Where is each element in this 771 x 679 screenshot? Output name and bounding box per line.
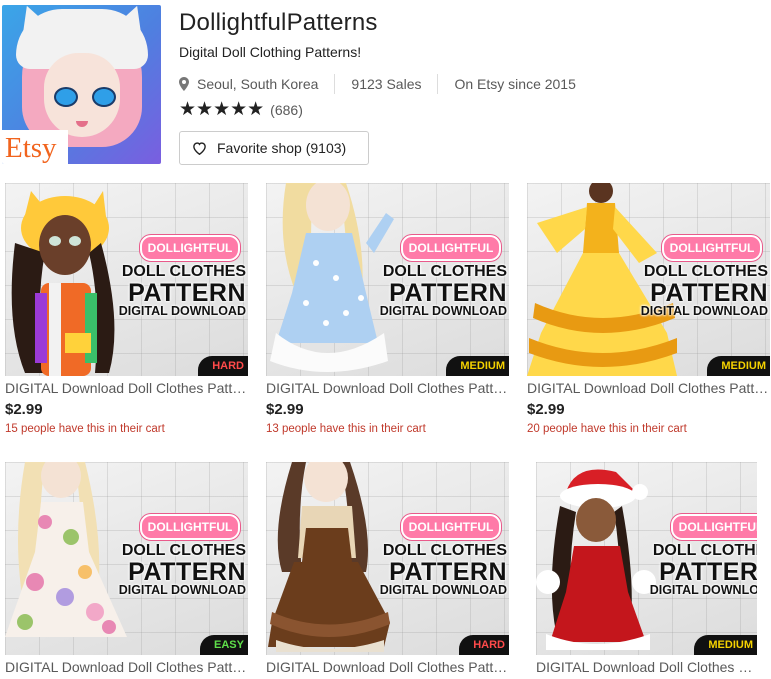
review-count: (686) [270, 101, 303, 118]
listing-card[interactable]: DOLLIGHTFUL DOLL CLOTHES PATTERN DIGITAL… [5, 462, 248, 675]
listing-image[interactable]: DOLLIGHTFUL DOLL CLOTHES PATTERN DIGITAL… [266, 462, 509, 655]
listing-image[interactable]: DOLLIGHTFUL DOLL CLOTHES PATTERN DIGITAL… [527, 183, 770, 376]
brand-label: DOLLIGHTFUL [140, 235, 240, 261]
listing-price: $2.99 [266, 401, 304, 418]
brand-label: DOLLIGHTFUL [662, 235, 762, 261]
shop-sales[interactable]: 9123 Sales [351, 76, 421, 92]
listing-line3: DIGITAL DOWNLOAD [379, 583, 507, 597]
shop-rating[interactable]: ★★★★★ (686) [179, 98, 303, 121]
listing-card[interactable]: DOLLIGHTFUL DOLL CLOTHES PATTERN DIGITAL… [266, 462, 509, 675]
listing-title[interactable]: DIGITAL Download Doll Clothes Pattern [266, 659, 509, 675]
favorite-shop-button[interactable]: Favorite shop (9103) [179, 131, 369, 165]
brand-label: DOLLIGHTFUL [671, 514, 757, 540]
location-pin-icon [179, 77, 189, 91]
brand-label: DOLLIGHTFUL [401, 235, 501, 261]
listing-image[interactable]: DOLLIGHTFUL DOLL CLOTHES PATTERN DIGITAL… [5, 183, 248, 376]
shop-name[interactable]: DollightfulPatterns [179, 9, 378, 37]
listing-line3: DIGITAL DOWNLOAD [649, 583, 757, 597]
listing-line3: DIGITAL DOWNLOAD [640, 304, 768, 318]
brand-label: DOLLIGHTFUL [401, 514, 501, 540]
listing-image[interactable]: DOLLIGHTFUL DOLL CLOTHES PATTERN DIGITAL… [5, 462, 248, 655]
avatar-eye-left [54, 87, 78, 107]
avatar-eye-right [92, 87, 116, 107]
listing-line3: DIGITAL DOWNLOAD [118, 304, 246, 318]
listing-title[interactable]: DIGITAL Download Doll Clothes Pattern [5, 659, 248, 675]
listing-price: $2.99 [5, 401, 43, 418]
doll-figure [11, 191, 115, 376]
difficulty-badge: MEDIUM [446, 356, 509, 376]
listing-image[interactable]: DOLLIGHTFUL DOLL CLOTHES PATTERN DIGITAL… [536, 462, 757, 655]
shop-meta: Seoul, South Korea 9123 Sales On Etsy si… [179, 74, 576, 94]
heart-icon [193, 142, 206, 155]
listing-title[interactable]: DIGITAL Download Doll Clothes Pattern [536, 659, 757, 675]
listing-line3: DIGITAL DOWNLOAD [118, 583, 246, 597]
listing-title[interactable]: DIGITAL Download Doll Clothes Pattern [527, 380, 770, 396]
etsy-logo: Etsy [2, 130, 68, 164]
difficulty-badge: EASY [200, 635, 248, 655]
listing-image[interactable]: DOLLIGHTFUL DOLL CLOTHES PATTERN DIGITAL… [266, 183, 509, 376]
brand-label: DOLLIGHTFUL [140, 514, 240, 540]
cart-notice: 13 people have this in their cart [266, 423, 426, 435]
difficulty-badge: MEDIUM [707, 356, 770, 376]
shop-tagline: Digital Doll Clothing Patterns! [179, 44, 362, 60]
listing-card[interactable]: DOLLIGHTFUL DOLL CLOTHES PATTERN DIGITAL… [527, 183, 770, 435]
listing-title[interactable]: DIGITAL Download Doll Clothes Pattern [266, 380, 509, 396]
star-rating-icon: ★★★★★ [179, 99, 265, 120]
difficulty-badge: HARD [198, 356, 248, 376]
listing-line3: DIGITAL DOWNLOAD [379, 304, 507, 318]
listing-card[interactable]: DOLLIGHTFUL DOLL CLOTHES PATTERN DIGITAL… [5, 183, 248, 435]
shop-since: On Etsy since 2015 [454, 76, 576, 92]
cart-notice: 15 people have this in their cart [5, 423, 165, 435]
cart-notice: 20 people have this in their cart [527, 423, 687, 435]
shop-location[interactable]: Seoul, South Korea [197, 76, 318, 92]
listing-price: $2.99 [527, 401, 565, 418]
doll-figure [5, 462, 127, 637]
favorite-shop-label: Favorite shop (9103) [217, 140, 347, 156]
difficulty-badge: HARD [459, 635, 509, 655]
meta-divider [334, 74, 336, 94]
meta-divider [437, 74, 439, 94]
doll-figure [536, 469, 656, 650]
listing-title[interactable]: DIGITAL Download Doll Clothes Pattern [5, 380, 248, 396]
listing-card[interactable]: DOLLIGHTFUL DOLL CLOTHES PATTERN DIGITAL… [536, 462, 757, 675]
shop-avatar[interactable]: Etsy [2, 5, 161, 164]
listing-card[interactable]: DOLLIGHTFUL DOLL CLOTHES PATTERN DIGITAL… [266, 183, 509, 435]
difficulty-badge: MEDIUM [694, 635, 757, 655]
